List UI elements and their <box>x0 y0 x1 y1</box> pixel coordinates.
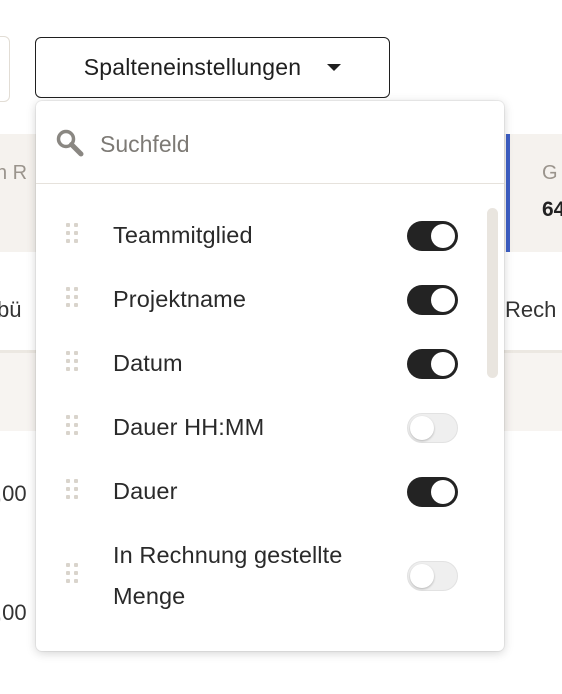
summary-label-right: G <box>542 162 558 184</box>
background-control <box>0 36 10 102</box>
column-settings-dropdown: Teammitglied Projektname Datum <box>36 101 504 651</box>
list-item-label: Dauer <box>113 478 178 504</box>
search-icon <box>56 129 84 157</box>
scrollbar-thumb[interactable] <box>487 208 498 378</box>
toggle-switch[interactable] <box>407 477 458 507</box>
drag-handle-icon[interactable] <box>66 223 80 247</box>
summary-accent-bar <box>506 134 510 252</box>
column-settings-button[interactable]: Spalteneinstellungen <box>35 37 390 98</box>
table-cell-value: ,00 <box>0 481 27 506</box>
list-item-label: Teammitglied <box>113 222 253 248</box>
search-row <box>36 101 504 184</box>
list-item-label: Projektname <box>113 286 247 312</box>
caret-down-icon <box>327 64 342 71</box>
list-item-dauer[interactable]: Dauer <box>36 471 486 535</box>
list-item-dauer-hhmm[interactable]: Dauer HH:MM <box>36 407 486 471</box>
column-settings-button-label: Spalteneinstellungen <box>83 54 302 80</box>
list-item-projektname[interactable]: Projektname <box>36 279 486 343</box>
list-item-label: In Rechnung gestellte Menge <box>113 542 343 609</box>
search-input[interactable] <box>98 123 482 165</box>
summary-label-left: n R <box>0 162 28 184</box>
list-item-datum[interactable]: Datum <box>36 343 486 407</box>
column-header-right[interactable]: Rech <box>505 297 556 323</box>
column-header-left[interactable]: bü <box>0 297 21 323</box>
toggle-switch[interactable] <box>407 285 458 315</box>
drag-handle-icon[interactable] <box>66 415 80 439</box>
summary-value-right: 64 <box>542 198 562 221</box>
list-item-in-rechnung-gestellte-menge[interactable]: In Rechnung gestellte Menge <box>36 535 486 635</box>
drag-handle-icon[interactable] <box>66 287 80 311</box>
toggle-switch[interactable] <box>407 349 458 379</box>
toggle-switch[interactable] <box>407 561 458 591</box>
toggle-switch[interactable] <box>407 221 458 251</box>
drag-handle-icon[interactable] <box>66 563 80 587</box>
drag-handle-icon[interactable] <box>66 479 80 503</box>
list-item-label: Datum <box>113 350 183 376</box>
table-cell-value: ,00 <box>0 600 27 625</box>
list-item-teammitglied[interactable]: Teammitglied <box>36 215 486 279</box>
drag-handle-icon[interactable] <box>66 351 80 375</box>
list-item-label: Dauer HH:MM <box>113 414 265 440</box>
toggle-switch[interactable] <box>407 413 458 443</box>
